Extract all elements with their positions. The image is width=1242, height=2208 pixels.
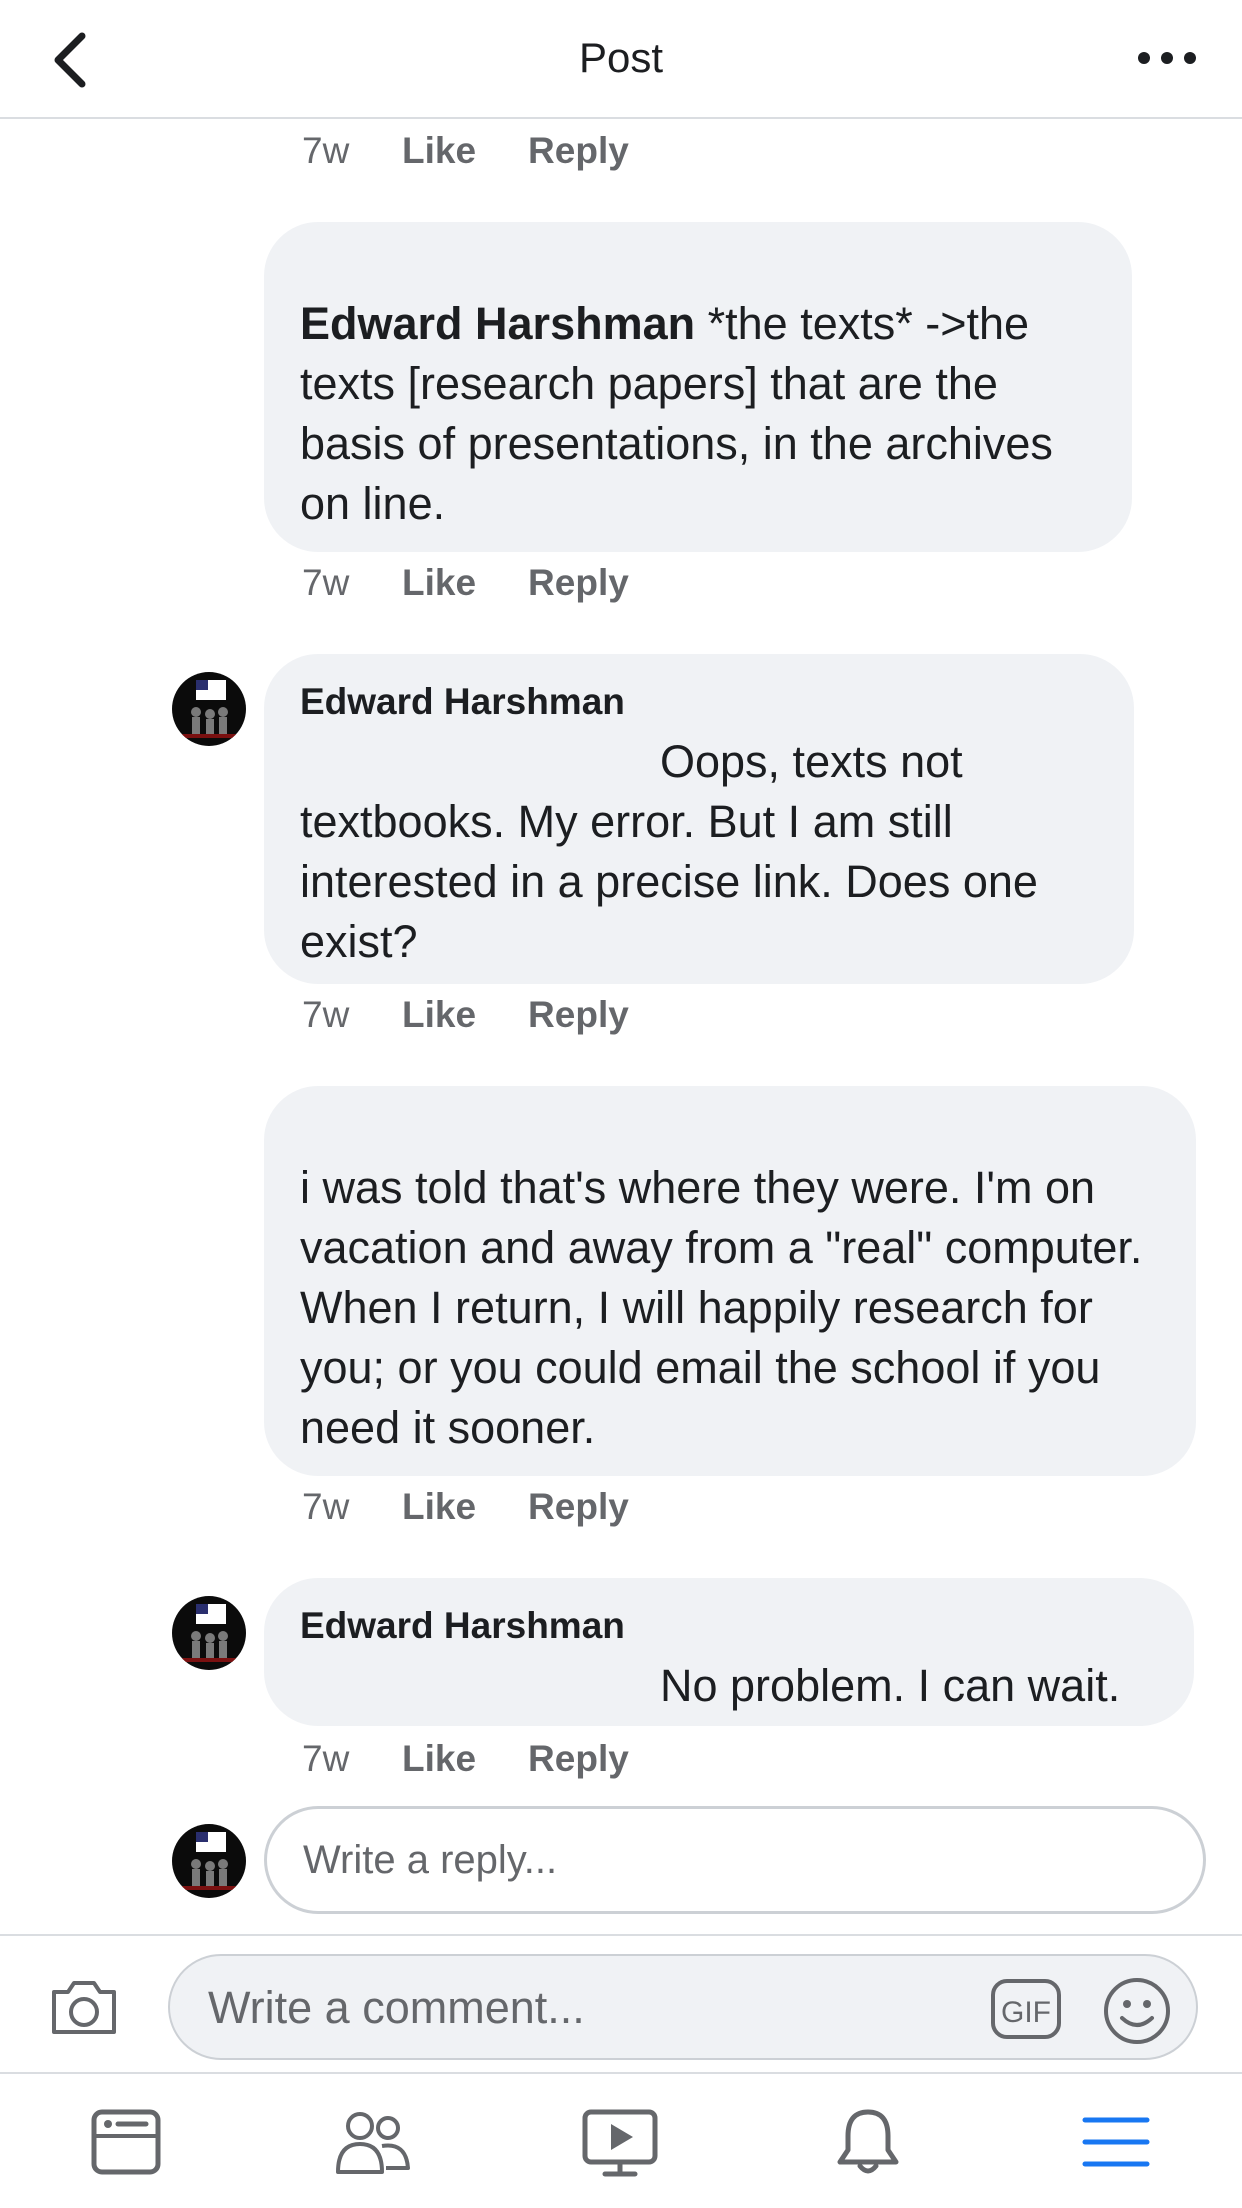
like-link[interactable]: Like bbox=[402, 130, 476, 172]
avatar-image-icon bbox=[178, 1832, 240, 1890]
like-link[interactable]: Like bbox=[402, 562, 476, 604]
comment-author[interactable]: Edward Harshman bbox=[300, 678, 1098, 726]
comment-text: textbooks. My error. But I am still inte… bbox=[300, 796, 1038, 967]
reply-link[interactable]: Reply bbox=[528, 1738, 629, 1780]
comment-meta: 7w Like Reply bbox=[302, 1482, 681, 1532]
friends-icon bbox=[336, 2112, 410, 2174]
comment-bubble: Edward Harshman No problem. I can wait. bbox=[264, 1578, 1194, 1726]
avatar-image-icon bbox=[178, 1604, 240, 1662]
like-link[interactable]: Like bbox=[402, 1738, 476, 1780]
comment-text-line: Oops, texts not bbox=[660, 736, 963, 787]
reply-link[interactable]: Reply bbox=[528, 1486, 629, 1528]
comment-bubble: i was told that's where they were. I'm o… bbox=[264, 1086, 1196, 1476]
nav-news-feed[interactable] bbox=[76, 2102, 176, 2182]
like-link[interactable]: Like bbox=[402, 1486, 476, 1528]
timestamp: 7w bbox=[302, 1486, 350, 1527]
emoji-icon[interactable] bbox=[1102, 1976, 1172, 2046]
timestamp: 7w bbox=[302, 562, 350, 603]
nav-watch[interactable] bbox=[570, 2102, 670, 2182]
comment-author[interactable]: Edward Harshman bbox=[300, 298, 695, 349]
avatar[interactable] bbox=[172, 1596, 246, 1670]
comment-bubble: Edward Harshman Oops, texts not textbook… bbox=[264, 654, 1134, 984]
avatar[interactable] bbox=[172, 672, 246, 746]
menu-icon bbox=[1082, 2117, 1150, 2167]
news-feed-icon bbox=[91, 2109, 161, 2175]
like-link[interactable]: Like bbox=[402, 994, 476, 1036]
gif-label: GIF bbox=[1001, 1996, 1051, 2029]
more-options-icon[interactable] bbox=[1132, 38, 1202, 78]
comment-meta: 7w Like Reply bbox=[302, 558, 681, 608]
timestamp: 7w bbox=[302, 994, 350, 1035]
watch-icon bbox=[582, 2109, 658, 2177]
comment-bubble: Edward Harshman *the texts* ->the texts … bbox=[264, 222, 1132, 552]
comment-meta: 7w Like Reply bbox=[302, 1734, 681, 1784]
nav-notifications[interactable] bbox=[818, 2102, 918, 2182]
reply-input[interactable]: Write a reply... bbox=[264, 1806, 1206, 1914]
page-title: Post bbox=[578, 34, 664, 81]
bottom-nav bbox=[0, 2074, 1242, 2208]
timestamp: 7w bbox=[302, 1738, 350, 1779]
avatar-image-icon bbox=[178, 680, 240, 738]
nav-menu[interactable] bbox=[1066, 2102, 1166, 2182]
top-bar: Post bbox=[0, 0, 1242, 119]
nav-friends[interactable] bbox=[322, 2102, 422, 2182]
comment-text: No problem. I can wait. bbox=[660, 1660, 1121, 1711]
reply-link[interactable]: Reply bbox=[528, 130, 629, 172]
reply-link[interactable]: Reply bbox=[528, 562, 629, 604]
comment-text: i was told that's where they were. I'm o… bbox=[300, 1162, 1143, 1453]
comment-composer: Write a comment... GIF bbox=[0, 1934, 1242, 2074]
reply-link[interactable]: Reply bbox=[528, 994, 629, 1036]
timestamp: 7w bbox=[302, 130, 350, 171]
camera-icon[interactable] bbox=[48, 1976, 120, 2038]
comment-meta: 7w Like Reply bbox=[302, 126, 681, 176]
gif-icon[interactable]: GIF bbox=[990, 1978, 1062, 2040]
comment-author[interactable]: Edward Harshman bbox=[300, 1602, 1158, 1650]
notifications-icon bbox=[837, 2109, 899, 2174]
comment-meta: 7w Like Reply bbox=[302, 990, 681, 1040]
current-user-avatar bbox=[172, 1824, 246, 1898]
